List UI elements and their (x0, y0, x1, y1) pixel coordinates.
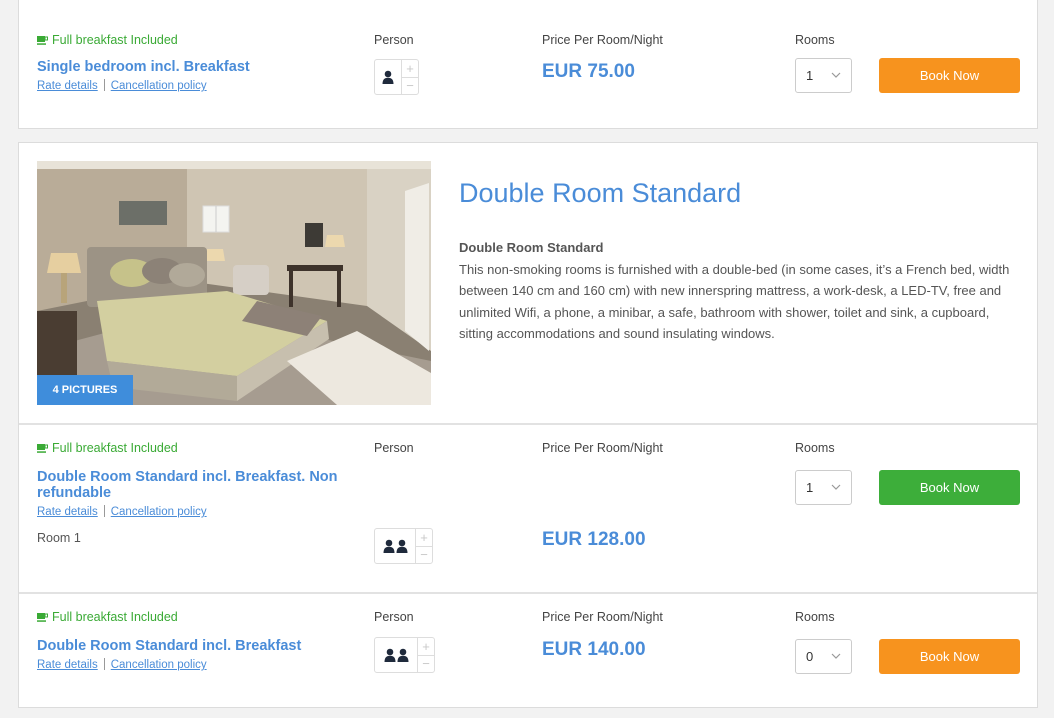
coffee-cup-icon (37, 36, 48, 45)
rooms-select[interactable]: 1 (795, 470, 852, 505)
person-stepper[interactable]: + − (374, 528, 433, 564)
cancellation-policy-link[interactable]: Cancellation policy (111, 80, 207, 92)
link-divider (103, 79, 105, 91)
chevron-down-icon (831, 72, 841, 78)
rate-details-link[interactable]: Rate details (37, 506, 98, 518)
rate-card-single: Full breakfast Included Single bedroom i… (18, 0, 1038, 129)
person-header: Person (374, 33, 414, 47)
person-header: Person (374, 441, 414, 455)
person-icon (383, 539, 394, 553)
rate-row: Full breakfast Included Single bedroom i… (19, 0, 1037, 130)
book-now-button[interactable]: Book Now (879, 639, 1020, 674)
room-description-text: This non-smoking rooms is furnished with… (459, 261, 1010, 342)
person-icons (375, 529, 415, 563)
breakfast-label: Full breakfast Included (52, 610, 178, 624)
person-icon (382, 70, 394, 84)
breakfast-badge: Full breakfast Included (37, 441, 178, 455)
rate-details-link[interactable]: Rate details (37, 659, 98, 671)
chevron-down-icon (831, 653, 841, 659)
rate-links: Rate details Cancellation policy (37, 79, 207, 92)
price-value: EUR 75.00 (542, 61, 635, 82)
room-description: Double Room Standard This non-smoking ro… (459, 237, 1019, 345)
person-icons (375, 60, 401, 94)
book-now-button[interactable]: Book Now (879, 58, 1020, 93)
person-icons (375, 638, 417, 672)
rooms-select-value: 1 (806, 68, 814, 83)
coffee-cup-icon (37, 613, 48, 622)
person-icon (397, 648, 408, 662)
rooms-select[interactable]: 1 (795, 58, 852, 93)
pictures-badge[interactable]: 4 PICTURES (37, 375, 133, 405)
rate-details-link[interactable]: Rate details (37, 80, 98, 92)
stepper-controls: + − (417, 638, 434, 672)
rooms-select-value: 1 (806, 480, 814, 495)
chevron-down-icon (831, 484, 841, 490)
price-value: EUR 128.00 (542, 529, 646, 550)
breakfast-badge: Full breakfast Included (37, 33, 178, 47)
plus-icon[interactable]: + (418, 638, 434, 655)
cancellation-policy-link[interactable]: Cancellation policy (111, 506, 207, 518)
breakfast-label: Full breakfast Included (52, 441, 178, 455)
plus-icon[interactable]: + (402, 60, 418, 77)
price-header: Price Per Room/Night (542, 610, 663, 624)
book-now-button[interactable]: Book Now (879, 470, 1020, 505)
room-description-title: Double Room Standard (459, 240, 604, 255)
breakfast-badge: Full breakfast Included (37, 610, 178, 624)
breakfast-label: Full breakfast Included (52, 33, 178, 47)
rooms-header: Rooms (795, 610, 835, 624)
rate-links: Rate details Cancellation policy (37, 658, 207, 671)
price-header: Price Per Room/Night (542, 441, 663, 455)
room-photo[interactable]: 4 PICTURES (37, 161, 431, 405)
coffee-cup-icon (37, 444, 48, 453)
minus-icon[interactable]: − (416, 545, 432, 564)
stepper-controls: + − (401, 60, 418, 94)
person-icon (396, 539, 407, 553)
minus-icon[interactable]: − (418, 654, 434, 673)
rate-row: Full breakfast Included Double Room Stan… (19, 592, 1037, 709)
rate-title[interactable]: Double Room Standard incl. Breakfast (37, 638, 367, 654)
person-stepper[interactable]: + − (374, 637, 435, 673)
rate-links: Rate details Cancellation policy (37, 505, 207, 518)
link-divider (103, 658, 105, 670)
rate-row: Full breakfast Included Double Room Stan… (19, 423, 1037, 591)
rooms-header: Rooms (795, 441, 835, 455)
cancellation-policy-link[interactable]: Cancellation policy (111, 659, 207, 671)
price-value: EUR 140.00 (542, 639, 646, 660)
rooms-select-value: 0 (806, 649, 814, 664)
room-photo-image (37, 161, 431, 405)
plus-icon[interactable]: + (416, 529, 432, 546)
room-card-double-standard: 4 PICTURES Double Room Standard Double R… (18, 142, 1038, 708)
price-header: Price Per Room/Night (542, 33, 663, 47)
link-divider (103, 505, 105, 517)
rate-title[interactable]: Double Room Standard incl. Breakfast. No… (37, 469, 367, 501)
room-title: Double Room Standard (459, 178, 742, 208)
rooms-select[interactable]: 0 (795, 639, 852, 674)
minus-icon[interactable]: − (402, 76, 418, 95)
rooms-header: Rooms (795, 33, 835, 47)
rate-title[interactable]: Single bedroom incl. Breakfast (37, 59, 367, 75)
person-icon (384, 648, 395, 662)
person-header: Person (374, 610, 414, 624)
room-number-label: Room 1 (37, 531, 81, 545)
person-stepper[interactable]: + − (374, 59, 419, 95)
stepper-controls: + − (415, 529, 432, 563)
